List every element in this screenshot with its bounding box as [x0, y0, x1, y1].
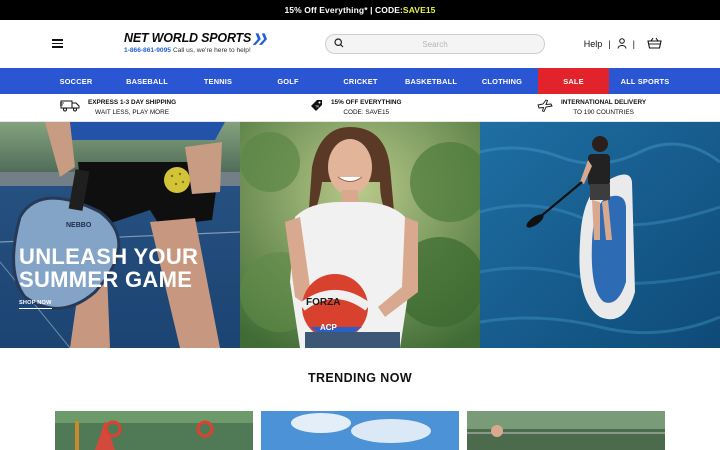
site-header: NET WORLD SPORTS ❯❯ 1-866-861-9095 Call us…: [0, 20, 720, 68]
headline-line-1: UNLEASH YOUR: [19, 244, 199, 269]
basketball-photo: FORZA ACP: [240, 122, 480, 348]
tag-icon: %: [310, 99, 323, 117]
promo-bar: 15% Off Everything* | CODE: SAVE15: [0, 0, 720, 20]
account-icon[interactable]: [617, 37, 627, 51]
separator: |: [632, 39, 635, 49]
usp-sub: CODE: SAVE15: [343, 109, 390, 116]
usp-shipping: EXPRESS 1-3 DAY SHIPPING WAIT LESS, PLAY …: [60, 98, 176, 118]
trending-card[interactable]: [467, 411, 665, 450]
header-actions: Help | |: [584, 37, 662, 51]
product-image: [261, 411, 459, 450]
headline-line-2: SUMMER GAME: [19, 266, 193, 292]
logo-chevron-icon: ❯❯: [252, 32, 268, 45]
nav-item-all-sports[interactable]: ALL SPORTS: [615, 68, 675, 94]
phone-number[interactable]: 1-866-861-9095: [124, 47, 171, 54]
product-image: [467, 411, 665, 450]
tagline: Call us, we're here to help!: [172, 47, 251, 54]
pickleball-photo: NEBBO: [0, 122, 240, 348]
hero-image-pickleball[interactable]: NEBBO UNLEASH YOUR SUMMER GAME SHOP NOW: [0, 122, 240, 348]
usp-title: EXPRESS 1-3 DAY SHIPPING: [88, 99, 177, 106]
nav-item-soccer[interactable]: SOCCER: [55, 68, 97, 94]
hero-image-basketball[interactable]: FORZA ACP: [240, 122, 480, 348]
nav-item-sale[interactable]: SALE: [538, 68, 609, 94]
help-link[interactable]: Help: [584, 39, 603, 49]
usp-title: INTERNATIONAL DELIVERY: [561, 99, 647, 106]
logo-text: NET WORLD SPORTS: [124, 31, 252, 45]
usp-title: 15% OFF EVERYTHING: [331, 99, 402, 106]
hero-banner[interactable]: NEBBO UNLEASH YOUR SUMMER GAME SHOP NOW: [0, 122, 720, 348]
promo-text: 15% Off Everything* | CODE:: [284, 5, 403, 15]
menu-icon[interactable]: [52, 39, 63, 48]
ball-brand: FORZA: [306, 297, 340, 308]
paddleboard-photo: [480, 122, 720, 348]
search-icon[interactable]: [334, 35, 350, 53]
nav-item-basketball[interactable]: BASKETBALL: [400, 68, 462, 94]
trending-title: TRENDING NOW: [307, 371, 413, 385]
usp-sub: TO 190 COUNTRIES: [573, 109, 634, 116]
plane-icon: [537, 98, 553, 118]
trending-card[interactable]: [55, 411, 253, 450]
nav-bar: SOCCER BASEBALL TENNIS GOLF CRICKET BASK…: [0, 68, 720, 94]
nav-item-clothing[interactable]: CLOTHING: [478, 68, 526, 94]
separator: |: [608, 39, 611, 49]
trending-cards: [0, 411, 720, 450]
nav-item-cricket[interactable]: CRICKET: [338, 68, 383, 94]
basket-icon[interactable]: [647, 37, 662, 51]
product-image: [55, 411, 253, 450]
search-input[interactable]: [350, 39, 520, 49]
hero-headline: UNLEASH YOUR SUMMER GAME: [19, 244, 199, 292]
logo[interactable]: NET WORLD SPORTS ❯❯ 1-866-861-9095 Call us…: [124, 31, 268, 54]
usp-discount: % 15% OFF EVERYTHING CODE: SAVE15: [310, 98, 401, 118]
hero-image-paddleboard[interactable]: [480, 122, 720, 348]
ball-model: ACP: [320, 323, 338, 332]
nav-item-baseball[interactable]: BASEBALL: [122, 68, 172, 94]
shop-now-link[interactable]: SHOP NOW: [19, 300, 52, 309]
svg-text:%: %: [316, 104, 320, 109]
trending-card[interactable]: [261, 411, 459, 450]
usp-international: INTERNATIONAL DELIVERY TO 190 COUNTRIES: [537, 98, 646, 118]
promo-code: SAVE15: [402, 5, 436, 15]
truck-icon: [60, 99, 80, 117]
usp-strip: EXPRESS 1-3 DAY SHIPPING WAIT LESS, PLAY …: [0, 94, 720, 122]
nav-item-tennis[interactable]: TENNIS: [198, 68, 238, 94]
nav-item-golf[interactable]: GOLF: [273, 68, 303, 94]
usp-sub: WAIT LESS, PLAY MORE: [95, 109, 170, 116]
search-bar[interactable]: [325, 34, 545, 54]
